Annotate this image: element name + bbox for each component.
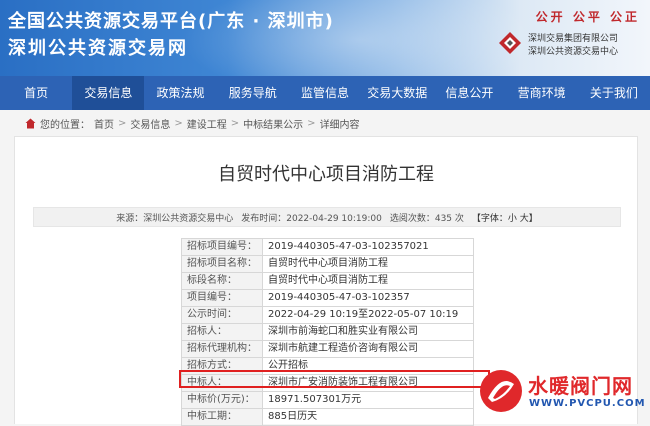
table-row: 招标人： 深圳市前海蛇口和胜实业有限公司	[181, 323, 474, 341]
field-value: 自贸时代中心项目消防工程	[262, 255, 474, 273]
table-row: 中标价(万元)： 18971.507301万元	[181, 391, 474, 409]
nav-item-home[interactable]: 首页	[0, 76, 72, 110]
org-name-group: 深圳交易集团有限公司	[528, 34, 619, 44]
field-value: 2019-440305-47-03-102357	[262, 289, 474, 307]
nav-item-about[interactable]: 关于我们	[578, 76, 650, 110]
watermark-logo-icon	[480, 370, 522, 412]
field-label: 公示时间：	[181, 306, 263, 324]
table-row: 项目编号： 2019-440305-47-03-102357	[181, 289, 474, 307]
org-logo-icon	[499, 32, 521, 54]
main-nav: 首页 交易信息 政策法规 服务导航 监管信息 交易大数据 信息公开 营商环境 关…	[0, 76, 650, 110]
field-value: 深圳市前海蛇口和胜实业有限公司	[262, 323, 474, 341]
article-publish-time: 发布时间：2022-04-29 10:19:00	[241, 213, 382, 224]
home-icon	[25, 118, 36, 128]
field-value: 18971.507301万元	[262, 391, 474, 409]
breadcrumb-award-notice[interactable]: 中标结果公示	[243, 116, 303, 131]
field-label: 招标项目编号：	[181, 238, 263, 256]
watermark-brand: 水暖阀门网	[528, 374, 633, 398]
field-label: 项目编号：	[181, 289, 263, 307]
nav-item-service[interactable]: 服务导航	[217, 76, 289, 110]
org-name-center: 深圳公共资源交易中心	[528, 47, 619, 57]
breadcrumb-current: 详细内容	[319, 119, 360, 131]
breadcrumb-trade-info[interactable]: 交易信息	[130, 116, 170, 131]
nav-item-trade-info[interactable]: 交易信息	[72, 76, 145, 110]
breadcrumb-prefix: 您的位置：	[40, 119, 90, 131]
nav-item-business-env[interactable]: 营商环境	[506, 76, 578, 110]
field-value: 自贸时代中心项目消防工程	[262, 272, 474, 290]
field-value: 2019-440305-47-03-102357021	[262, 238, 474, 256]
award-details-table: 招标项目编号： 2019-440305-47-03-102357021 招标项目名…	[181, 238, 474, 426]
table-row: 标段名称： 自贸时代中心项目消防工程	[181, 272, 474, 290]
breadcrumb-separator: >	[230, 117, 240, 129]
field-label: 招标代理机构：	[181, 340, 263, 358]
site-title-platform: 全国公共资源交易平台(广东 · 深圳市)	[8, 11, 334, 32]
breadcrumb-separator: >	[307, 117, 316, 129]
breadcrumb-separator: >	[118, 117, 127, 129]
nav-item-disclosure[interactable]: 信息公开	[433, 76, 505, 110]
nav-item-supervision[interactable]: 监管信息	[289, 76, 361, 110]
page-title: 自贸时代中心项目消防工程	[218, 164, 434, 185]
nav-item-policy[interactable]: 政策法规	[144, 76, 216, 110]
breadcrumb-separator: >	[174, 117, 183, 129]
field-value: 2022-04-29 10:19至2022-05-07 10:19	[262, 306, 474, 324]
breadcrumb: 您的位置： 首页 > 交易信息 > 建设工程 > 中标结果公示 > 详细内容	[25, 112, 360, 134]
field-value: 深圳市航建工程造价咨询有限公司	[262, 340, 474, 358]
field-label: 招标人：	[181, 323, 263, 341]
winner-highlight-box	[179, 370, 490, 388]
slogan: 公开 公平 公正	[535, 10, 640, 24]
table-row: 招标项目名称： 自贸时代中心项目消防工程	[181, 255, 474, 273]
article-view-count: 选阅次数：435 次	[389, 213, 464, 224]
table-row: 招标代理机构： 深圳市航建工程造价咨询有限公司	[181, 340, 474, 358]
watermark-url: WWW.PVCPU.COM	[529, 398, 646, 409]
article-source: 来源：深圳公共资源交易中心	[116, 213, 234, 224]
table-row: 招标项目编号： 2019-440305-47-03-102357021	[181, 238, 474, 256]
font-size-toggle[interactable]: 【字体：小 大】	[472, 211, 538, 224]
table-row: 公示时间： 2022-04-29 10:19至2022-05-07 10:19	[181, 306, 474, 324]
site-title: 深圳公共资源交易网	[8, 38, 188, 59]
breadcrumb-home[interactable]: 首页	[94, 116, 114, 131]
field-label: 标段名称：	[181, 272, 263, 290]
header-banner: 全国公共资源交易平台(广东 · 深圳市) 深圳公共资源交易网 公开 公平 公正 …	[0, 0, 650, 76]
article-meta-bar: 来源：深圳公共资源交易中心 发布时间：2022-04-29 10:19:00 选…	[33, 207, 621, 227]
field-label: 招标项目名称：	[181, 255, 263, 273]
field-label: 中标价(万元)：	[181, 391, 263, 409]
breadcrumb-construction[interactable]: 建设工程	[187, 116, 227, 131]
nav-item-big-data[interactable]: 交易大数据	[361, 76, 433, 110]
